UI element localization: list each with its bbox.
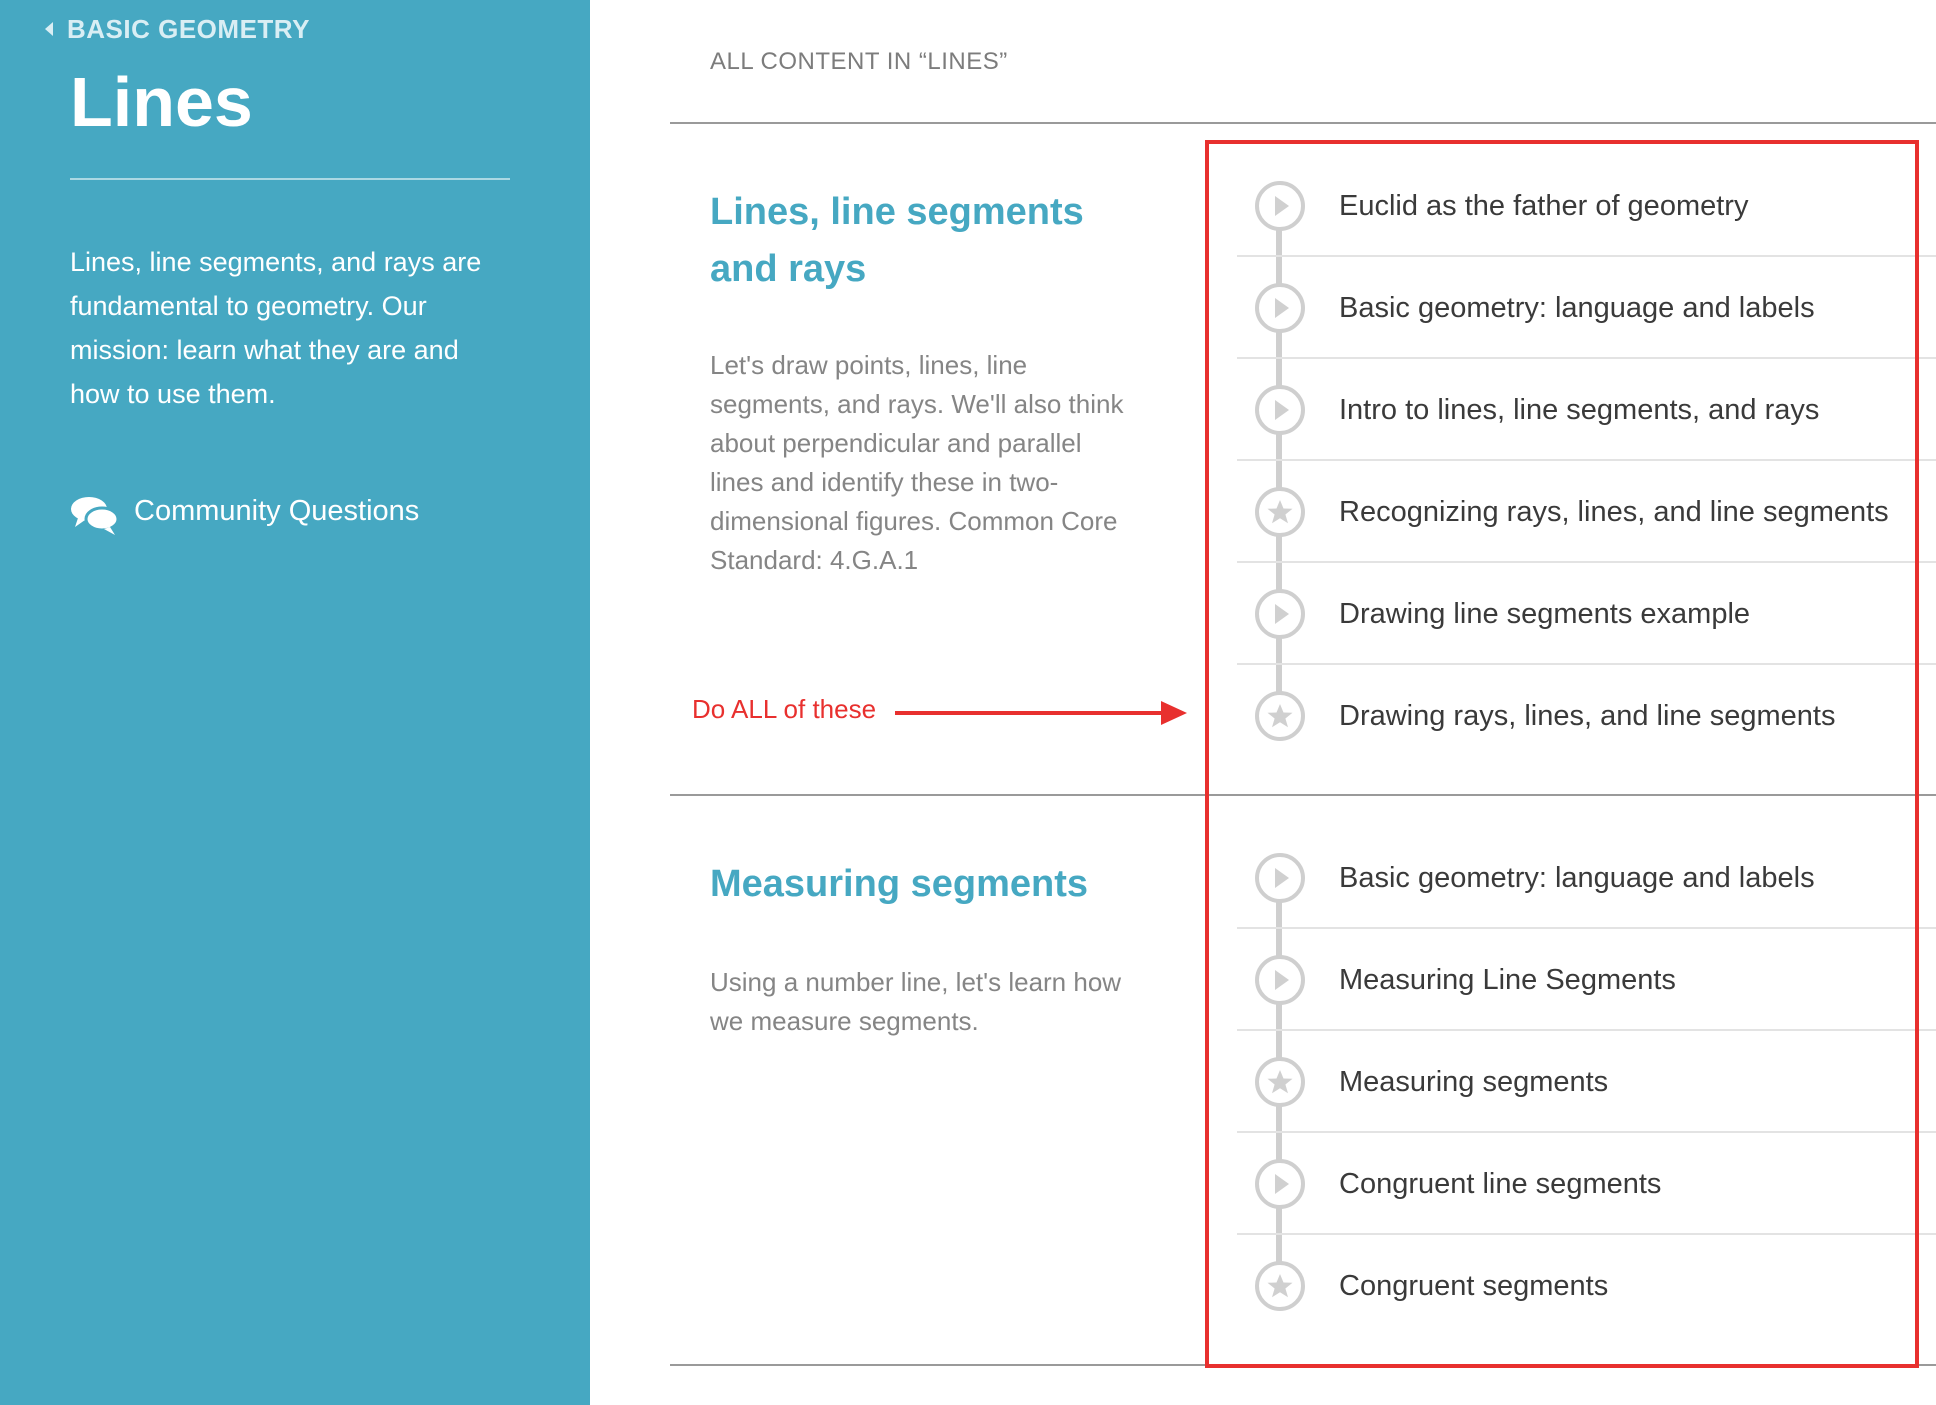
all-content-header: ALL CONTENT IN “LINES” [710,48,1008,75]
breadcrumb-label: BASIC GEOMETRY [67,13,310,44]
section-description-measuring: Using a number line, let's learn how we … [710,967,1122,1036]
annotation-highlight-box [1205,140,1919,1368]
breadcrumb-basic-geometry[interactable]: BASIC GEOMETRY [45,12,310,46]
annotation-text: Do ALL of these [692,694,877,724]
page-title: Lines [70,63,253,141]
section-title-lines[interactable]: Lines, line segments and rays [710,184,1130,298]
topic-description: Lines, line segments, and rays are funda… [70,247,482,409]
community-questions-label: Community Questions [134,495,420,527]
caret-left-icon [45,22,53,36]
divider-top [670,122,1936,124]
chat-bubbles-icon [71,496,120,535]
section-description-lines: Let's draw points, lines, line segments,… [710,350,1124,575]
annotation-arrow-icon [895,701,1187,725]
sidebar: BASIC GEOMETRY Lines Lines, line segment… [0,0,590,1405]
section-title-measuring[interactable]: Measuring segments [710,856,1130,913]
community-questions-link[interactable]: Community Questions [70,482,430,540]
sidebar-divider [70,178,510,180]
